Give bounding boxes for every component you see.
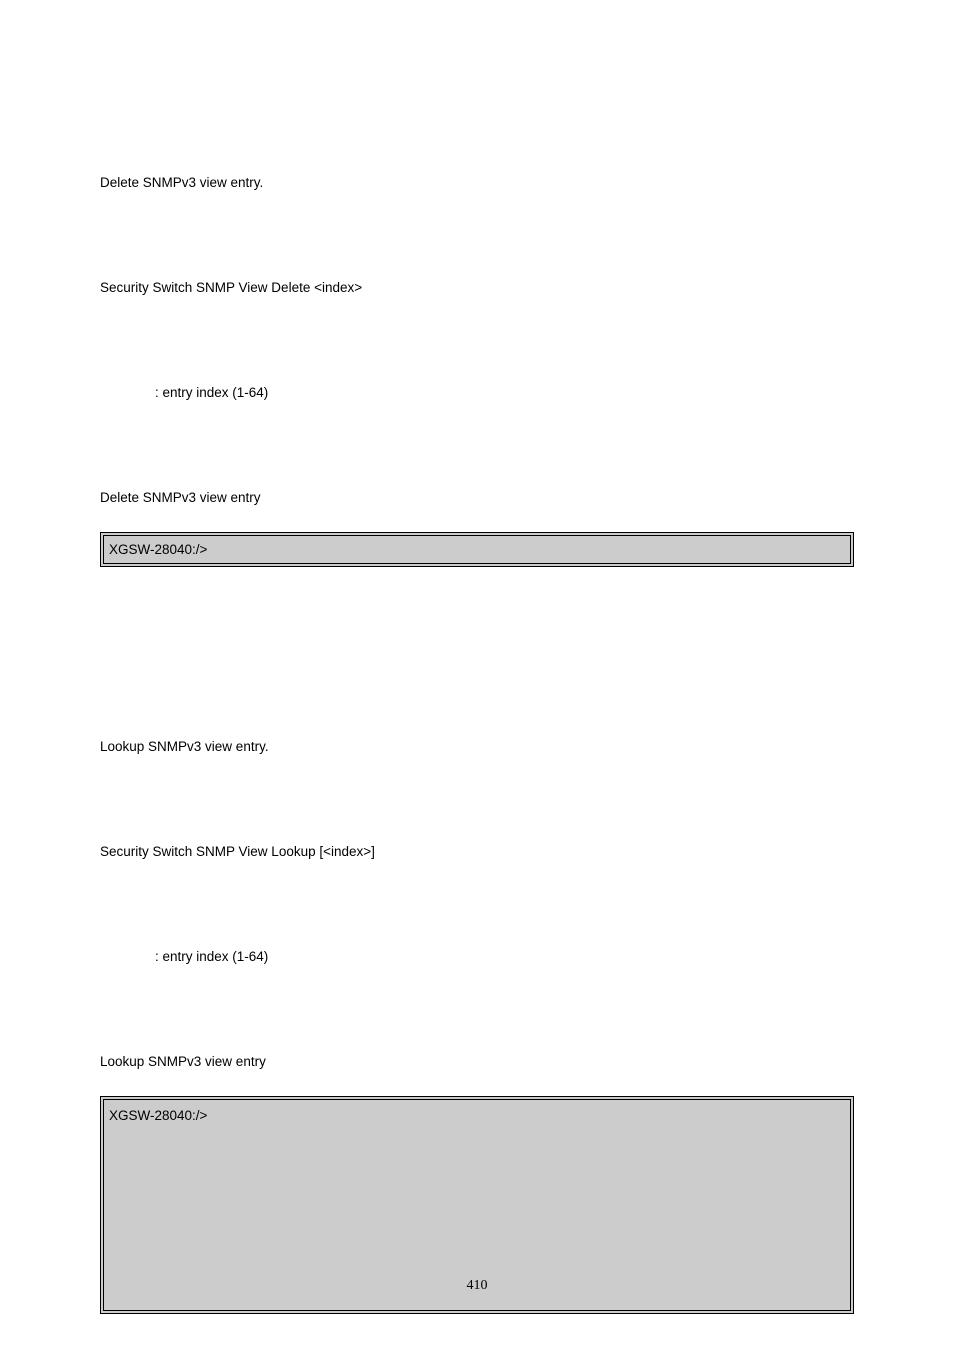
section1-example-label: Delete SNMPv3 view entry [100,490,854,505]
section2-parameter: : entry index (1-64) [100,949,854,964]
section2-description: Lookup SNMPv3 view entry. [100,739,854,754]
section2-syntax: Security Switch SNMP View Lookup [<index… [100,844,854,859]
section1-code-text: XGSW-28040:/> [109,542,207,557]
section2-example-label: Lookup SNMPv3 view entry [100,1054,854,1069]
section1-syntax: Security Switch SNMP View Delete <index> [100,280,854,295]
page-number: 410 [0,1278,954,1294]
section1-parameter: : entry index (1-64) [100,385,854,400]
section2-code-text: XGSW-28040:/> [109,1108,207,1123]
section1-description: Delete SNMPv3 view entry. [100,175,854,190]
section1-code-box: XGSW-28040:/> [100,532,854,567]
